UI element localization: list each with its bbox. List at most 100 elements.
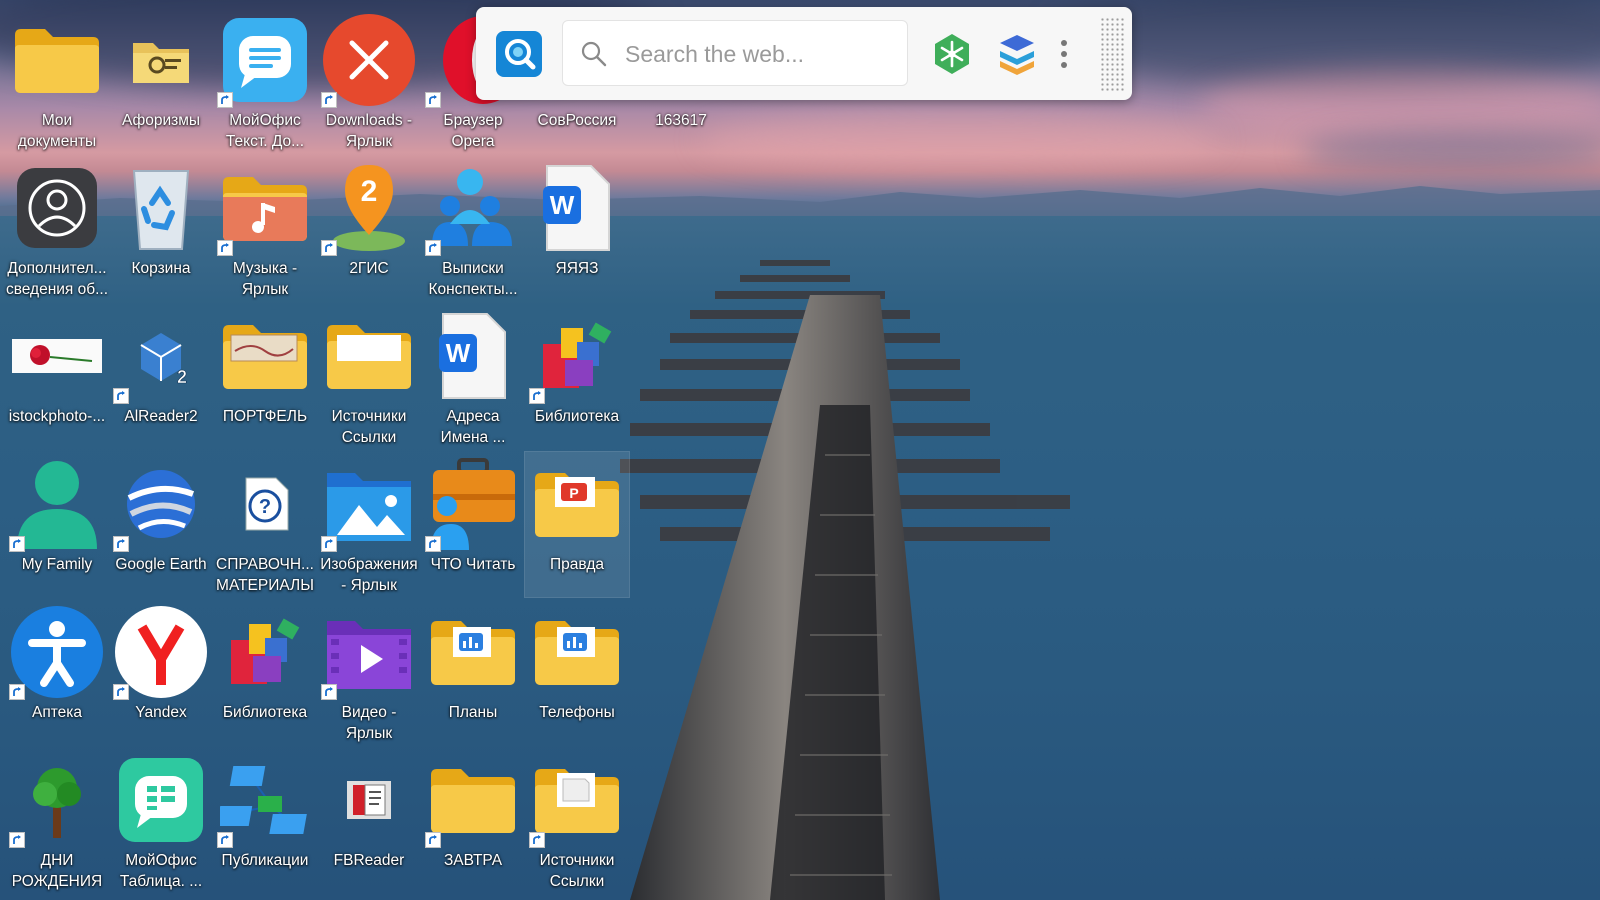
search-logo-icon[interactable] xyxy=(496,31,542,77)
desktop-icon-label: Афоризмы xyxy=(121,112,201,129)
desktop-icon-label: 163617 xyxy=(655,112,707,129)
snowflake-icon[interactable] xyxy=(929,31,975,77)
desktop-icon-label: Корзина xyxy=(131,260,191,277)
folder-chart-icon xyxy=(527,604,627,700)
desktop-icon-label: Библиотека xyxy=(222,704,308,721)
google-earth-icon xyxy=(111,456,211,552)
desktop-icon[interactable]: Downloads - Ярлык xyxy=(317,8,421,153)
desktop-icon[interactable]: 2 2ГИС xyxy=(317,156,421,301)
search-widget xyxy=(476,7,1132,100)
desktop-icon-label: Библиотека xyxy=(534,408,620,425)
red-x-icon xyxy=(319,12,419,108)
desktop-icon[interactable]: Музыка - Ярлык xyxy=(213,156,317,301)
desktop-icon-label: МойОфис Текст. До... xyxy=(225,112,305,150)
alreader-icon: 2 xyxy=(111,308,211,404)
desktop-icon[interactable]: Афоризмы xyxy=(109,8,213,153)
desktop-icon[interactable]: Мои документы xyxy=(5,8,109,153)
desktop-icon[interactable]: P Правда xyxy=(524,451,630,598)
shortcut-arrow-icon xyxy=(9,684,25,700)
desktop-icon[interactable]: Планы xyxy=(421,600,525,745)
desktop-icon[interactable]: Видео - Ярлык xyxy=(317,600,421,745)
family-person-icon xyxy=(7,456,107,552)
desktop-icon-label: СПРАВОЧН... МАТЕРИАЛЫ xyxy=(216,556,314,594)
desktop-icon-label: Источники Ссылки xyxy=(331,408,407,446)
desktop-icon[interactable]: ЧТО Читать xyxy=(421,452,525,597)
desktop-icon[interactable]: Выписки Конспекты... xyxy=(421,156,525,301)
desktop-icon-label: ПОРТФЕЛЬ xyxy=(222,408,308,425)
desktop-icon-label: Публикации xyxy=(221,852,309,869)
folder-icon xyxy=(423,752,523,848)
folder-doc-icon xyxy=(527,752,627,848)
shortcut-arrow-icon xyxy=(425,832,441,848)
desktop-icon[interactable]: ПОРТФЕЛЬ xyxy=(213,304,317,449)
folder-icon xyxy=(7,12,107,108)
shortcut-arrow-icon xyxy=(321,684,337,700)
desktop-icon[interactable]: ДНИ РОЖДЕНИЯ xyxy=(5,748,109,893)
desktop-icon-label: Downloads - Ярлык xyxy=(325,112,413,150)
desktop-icon[interactable]: Google Earth xyxy=(109,452,213,597)
desktop-icon[interactable]: Библиотека xyxy=(213,600,317,745)
svg-text:W: W xyxy=(446,338,471,368)
desktop-icon[interactable]: Библиотека xyxy=(525,304,629,449)
desktop-icon[interactable]: My Family xyxy=(5,452,109,597)
desktop-icon-label: Правда xyxy=(549,556,605,573)
desktop-icon-label: Адреса Имена ... xyxy=(440,408,506,446)
shortcut-arrow-icon xyxy=(9,536,25,552)
search-icon xyxy=(581,41,607,67)
desktop-icon-label: Дополнител... сведения об... xyxy=(5,260,109,298)
desktop-icon[interactable]: ЗАВТРА xyxy=(421,748,525,893)
desktop-icon[interactable]: Телефоны xyxy=(525,600,629,745)
desktop-icon[interactable]: 2 AlReader2 xyxy=(109,304,213,449)
desktop-icon[interactable]: ? СПРАВОЧН... МАТЕРИАЛЫ xyxy=(213,452,317,597)
word-document-icon: W xyxy=(527,160,627,256)
folder-chart-icon xyxy=(423,604,523,700)
accessibility-icon xyxy=(7,604,107,700)
yandex-icon xyxy=(111,604,211,700)
desktop-icon-label: ЗАВТРА xyxy=(443,852,503,869)
desktop-icon-label: 2ГИС xyxy=(349,260,389,277)
desktop-icon-label: Google Earth xyxy=(115,556,207,573)
video-folder-icon xyxy=(319,604,419,700)
search-input[interactable] xyxy=(623,33,897,75)
library-blocks-icon xyxy=(215,604,315,700)
desktop-icon[interactable]: МойОфис Таблица. ... xyxy=(109,748,213,893)
desktop-icon[interactable]: istockphoto-... xyxy=(5,304,109,449)
word-document-icon: W xyxy=(423,308,523,404)
desktop-icon[interactable]: W ЯЯЯЗ xyxy=(525,156,629,301)
desktop-icon-label: FBReader xyxy=(333,852,405,869)
desktop-icon[interactable]: Дополнител... сведения об... xyxy=(5,156,109,301)
shortcut-arrow-icon xyxy=(113,536,129,552)
shortcut-arrow-icon xyxy=(529,388,545,404)
fbreader-icon xyxy=(319,752,419,848)
desktop-icon-label: ЧТО Читать xyxy=(430,556,516,573)
desktop-icon-label: Выписки Конспекты... xyxy=(428,260,518,298)
drag-handle[interactable] xyxy=(1100,17,1124,91)
desktop-icon[interactable]: Источники Ссылки xyxy=(525,748,629,893)
desktop-icon[interactable]: Источники Ссылки xyxy=(317,304,421,449)
desktop-icon[interactable]: FBReader xyxy=(317,748,421,893)
desktop-icon[interactable]: Корзина xyxy=(109,156,213,301)
library-blocks-icon xyxy=(527,308,627,404)
svg-text:P: P xyxy=(569,485,578,501)
network-icon xyxy=(215,752,315,848)
shortcut-arrow-icon xyxy=(425,92,441,108)
kebab-menu-icon[interactable] xyxy=(1059,38,1069,70)
desktop-icon[interactable]: МойОфис Текст. До... xyxy=(213,8,317,153)
people-icon xyxy=(423,160,523,256)
stack-layers-icon[interactable] xyxy=(994,31,1040,77)
desktop-icon[interactable]: W Адреса Имена ... xyxy=(421,304,525,449)
folder-settings-icon xyxy=(111,12,211,108)
recycle-bin-icon xyxy=(111,160,211,256)
desktop-icon[interactable]: Аптека xyxy=(5,600,109,745)
shortcut-arrow-icon xyxy=(425,240,441,256)
desktop-icon[interactable]: Изображения - Ярлык xyxy=(317,452,421,597)
music-folder-icon xyxy=(215,160,315,256)
desktop-icon[interactable]: Yandex xyxy=(109,600,213,745)
desktop-icon-label: Браузер Opera xyxy=(443,112,503,150)
wooden-pier-image xyxy=(620,260,1070,900)
desktop-icon-label: Аптека xyxy=(31,704,83,721)
search-field[interactable] xyxy=(562,20,908,86)
desktop-icon-label: Музыка - Ярлык xyxy=(232,260,298,298)
desktop-icon[interactable]: Публикации xyxy=(213,748,317,893)
account-circle-icon xyxy=(7,160,107,256)
